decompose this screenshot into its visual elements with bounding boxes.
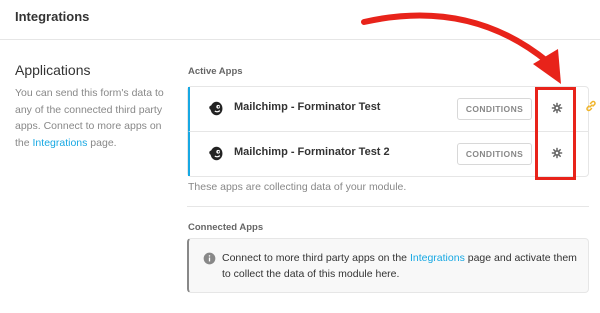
page-title: Integrations (15, 9, 90, 24)
applications-description: You can send this form's data to any of … (15, 85, 165, 151)
applications-desc-text-end: page. (87, 136, 117, 149)
active-apps-label: Active Apps (188, 66, 243, 77)
mailchimp-icon (209, 146, 223, 161)
active-apps-list: Mailchimp - Forminator Test CONDITIONS M… (187, 86, 589, 177)
app-name: Mailchimp - Forminator Test (234, 101, 381, 113)
section-divider (187, 206, 589, 207)
app-row: Mailchimp - Forminator Test 2 CONDITIONS (188, 132, 588, 176)
integrations-link[interactable]: Integrations (410, 252, 465, 264)
applications-heading: Applications (15, 62, 91, 78)
applications-section: Applications You can send this form's da… (15, 62, 165, 151)
conditions-button[interactable]: CONDITIONS (457, 143, 532, 165)
connected-apps-notice: Connect to more third party apps on the … (187, 238, 589, 293)
active-apps-note: These apps are collecting data of your m… (188, 181, 407, 193)
page-header: Integrations (0, 0, 600, 40)
conditions-button[interactable]: CONDITIONS (457, 98, 532, 120)
annotation-highlight-box (535, 87, 576, 180)
info-icon (203, 252, 216, 265)
connected-apps-label: Connected Apps (188, 222, 264, 233)
app-row: Mailchimp - Forminator Test CONDITIONS (188, 87, 588, 132)
mailchimp-icon (209, 101, 223, 116)
integrations-link[interactable]: Integrations (33, 137, 88, 149)
notice-text-start: Connect to more third party apps on the (222, 252, 410, 264)
notice-text: Connect to more third party apps on the … (222, 250, 577, 282)
app-name: Mailchimp - Forminator Test 2 (234, 146, 390, 158)
link-icon[interactable] (585, 100, 597, 112)
